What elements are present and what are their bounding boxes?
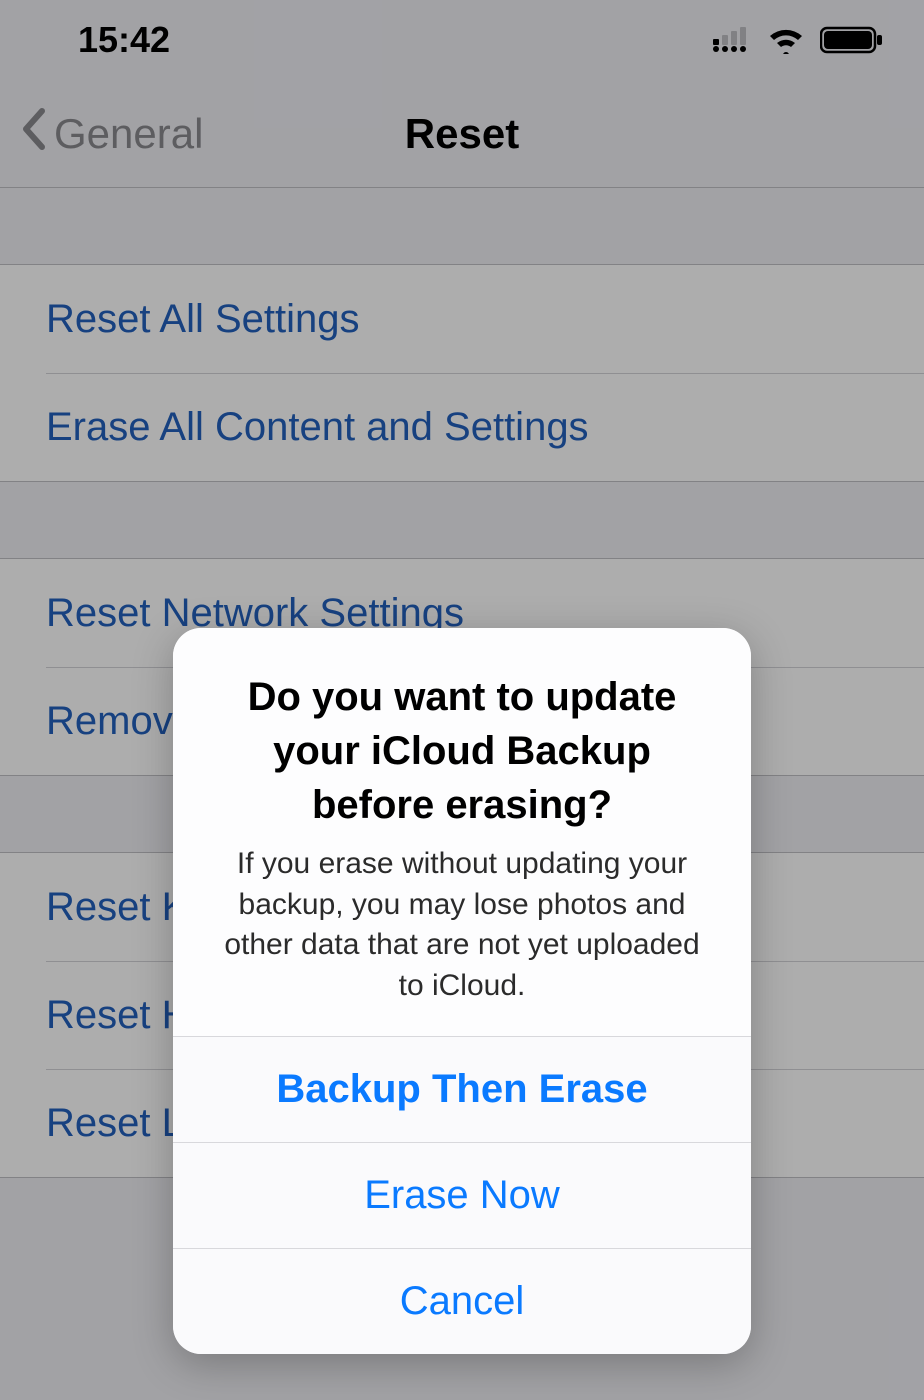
alert-message: If you erase without updating your backu…: [209, 844, 715, 1006]
alert-dialog: Do you want to update your iCloud Backup…: [173, 628, 751, 1354]
button-label: Erase Now: [364, 1173, 560, 1218]
alert-title: Do you want to update your iCloud Backup…: [209, 670, 715, 832]
button-label: Backup Then Erase: [276, 1067, 647, 1112]
erase-now-button[interactable]: Erase Now: [173, 1142, 751, 1248]
backup-then-erase-button[interactable]: Backup Then Erase: [173, 1036, 751, 1142]
cancel-button[interactable]: Cancel: [173, 1248, 751, 1354]
alert-body: Do you want to update your iCloud Backup…: [173, 628, 751, 1036]
button-label: Cancel: [400, 1279, 525, 1324]
